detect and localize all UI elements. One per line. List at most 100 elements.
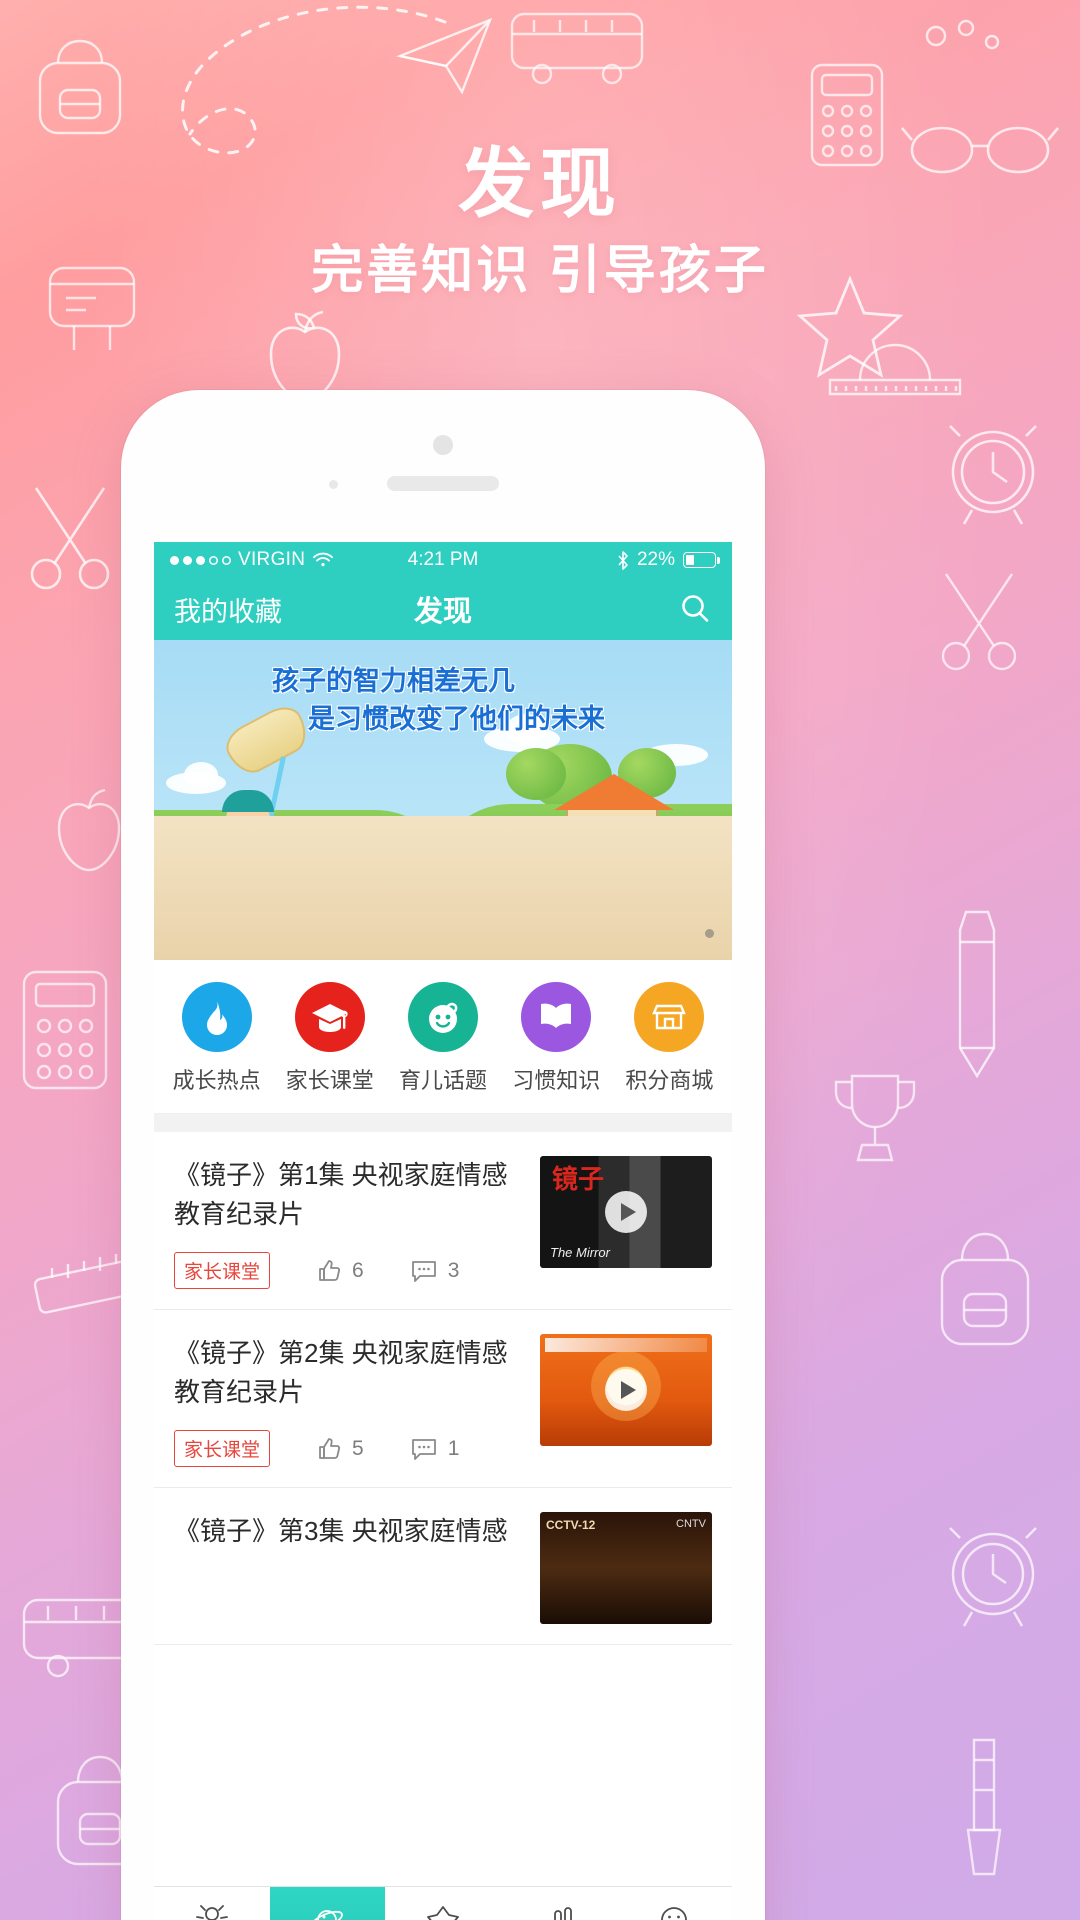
cloud-shape [184,762,218,788]
status-bar-right: 22% [478,549,721,571]
tab-review[interactable]: 点评 [385,1887,501,1920]
doodle-scissors-icon [30,487,110,590]
nav-bar: 我的收藏 发现 [154,578,732,640]
list-item[interactable]: 《镜子》第1集 央视家庭情感教育纪录片 家长课堂 6 3 镜子 The Mirr… [154,1132,732,1310]
doodle-alarm-clock-icon [949,425,1037,525]
feed-item-title: 《镜子》第3集 央视家庭情感 [174,1516,508,1546]
wifi-icon [313,552,334,567]
feed-item-title: 《镜子》第1集 央视家庭情感教育纪录片 [174,1160,508,1229]
poster-background: 发现 完善知识 引导孩子 VIRGIN 4:21 PM 22% 我的收藏 发现 … [0,0,1080,1920]
thumbnail-title: 镜子 [552,1164,605,1194]
comment-icon [411,1438,436,1460]
battery-percent-label: 22% [636,549,676,570]
thumbnail-subtitle: The Mirror [550,1245,610,1260]
open-book-icon [521,982,592,1052]
list-item[interactable]: 《镜子》第3集 央视家庭情感 CCTV-12 CNTV [154,1488,732,1645]
doodle-paintbrush-icon [966,1738,1002,1876]
status-badge: 家长课堂 [174,1252,271,1289]
tab-discover[interactable]: 发现 [269,1887,386,1920]
store-icon [634,982,705,1052]
status-bar: VIRGIN 4:21 PM 22% [154,542,732,578]
flame-icon [181,982,252,1052]
comment-metric[interactable]: 3 [410,1258,460,1284]
banner-page-indicator[interactable] [705,929,714,938]
category-item-points-mall[interactable]: 积分商城 [613,982,726,1095]
banner-caption-line1: 孩子的智力相差无几 [272,666,515,696]
tab-statistics[interactable]: 统计 [501,1887,617,1920]
comment-count: 1 [447,1436,460,1460]
poster-subtitle: 完善知识 引导孩子 [311,242,769,300]
status-badge: 家长课堂 [174,1430,271,1467]
signal-strength-icon [170,555,231,565]
list-item[interactable]: 《镜子》第2集 央视家庭情感教育纪录片 家长课堂 5 1 [154,1310,732,1488]
comment-count: 3 [447,1258,460,1282]
doodle-backpack-icon-2 [940,1232,1030,1346]
feed-item-main: 《镜子》第3集 央视家庭情感 [174,1512,524,1569]
doodle-pencil-icon [958,910,996,1079]
thumbs-up-icon [319,1259,341,1281]
doodle-bus-icon [510,12,644,85]
bar-chart-stats-icon [553,1907,572,1920]
doodle-scissors-icon-2 [941,573,1017,671]
status-bar-time: 4:21 PM [407,549,479,570]
phone-earpiece [387,476,499,491]
like-metric[interactable]: 5 [316,1436,364,1462]
play-icon[interactable] [605,1369,647,1411]
category-label: 育儿话题 [399,1068,488,1093]
category-grid: 成长热点 家长课堂 育儿话题 习惯知识 积分商城 [154,960,732,1114]
thumbnail-subtitle: CNTV [676,1518,706,1530]
smiley-profile-icon [661,1907,688,1920]
doodle-calculator-icon-2 [22,970,108,1090]
phone-mockup: VIRGIN 4:21 PM 22% 我的收藏 发现 孩子的智力相差无几 是习惯… [121,390,765,1920]
category-item-parenting-topics[interactable]: 育儿话题 [386,982,499,1095]
carrier-label: VIRGIN [238,549,306,570]
graduation-cap-icon [294,982,365,1052]
category-item-parent-classroom[interactable]: 家长课堂 [273,982,386,1095]
tab-profile[interactable]: 我的 [616,1887,732,1920]
doodle-trophy-icon [834,1074,916,1162]
phone-sensor-icon [329,480,338,489]
thumbnail-title: CCTV-12 [546,1518,596,1532]
feed-item-meta: 家长课堂 6 3 [174,1252,524,1289]
feed-item-main: 《镜子》第2集 央视家庭情感教育纪录片 家长课堂 5 1 [174,1334,524,1467]
phone-screen: VIRGIN 4:21 PM 22% 我的收藏 发现 孩子的智力相差无几 是习惯… [154,542,732,1920]
tab-class[interactable]: 班级 [154,1887,270,1920]
bluetooth-icon [618,550,628,570]
feed-item-meta: 家长课堂 5 1 [174,1430,524,1467]
search-button[interactable] [678,592,712,626]
video-thumbnail[interactable]: 镜子 The Mirror [540,1156,712,1268]
battery-icon [683,552,721,568]
status-bar-left: VIRGIN [170,549,408,571]
nav-my-favorites-button[interactable]: 我的收藏 [174,590,282,629]
bottom-tab-bar: 班级 发现 点评 [154,1886,732,1920]
like-count: 5 [352,1436,364,1460]
poster-title: 发现 [458,142,622,227]
comment-icon [411,1260,436,1282]
play-icon[interactable] [605,1191,647,1233]
video-thumbnail[interactable] [540,1334,712,1446]
thumbs-up-icon [319,1437,341,1459]
phone-camera-icon [433,435,453,455]
baby-face-icon [408,982,478,1052]
feed-item-title: 《镜子》第2集 央视家庭情感教育纪录片 [174,1338,508,1407]
like-metric[interactable]: 6 [316,1258,364,1284]
like-count: 6 [352,1258,364,1282]
category-item-habit-knowledge[interactable]: 习惯知识 [500,982,613,1095]
banner-caption-line2: 是习惯改变了他们的未来 [308,704,605,735]
open-book-shape [154,816,732,960]
category-item-growth-hotspot[interactable]: 成长热点 [160,982,273,1095]
comment-metric[interactable]: 1 [410,1436,460,1462]
planet-discover-icon [311,1910,344,1920]
banner-caption: 孩子的智力相差无几 是习惯改变了他们的未来 [272,662,605,739]
category-label: 习惯知识 [512,1068,601,1093]
star-review-icon [427,1906,459,1920]
search-icon [682,595,709,622]
category-label: 成长热点 [172,1068,261,1093]
category-label: 家长课堂 [285,1068,374,1093]
promo-banner[interactable]: 孩子的智力相差无几 是习惯改变了他们的未来 [154,640,732,960]
video-thumbnail[interactable]: CCTV-12 CNTV [540,1512,712,1624]
category-label: 积分商城 [625,1068,714,1093]
class-group-icon [195,1905,228,1920]
feed-item-main: 《镜子》第1集 央视家庭情感教育纪录片 家长课堂 6 3 [174,1156,524,1289]
article-feed-list: 《镜子》第1集 央视家庭情感教育纪录片 家长课堂 6 3 镜子 The Mirr… [154,1132,732,1645]
